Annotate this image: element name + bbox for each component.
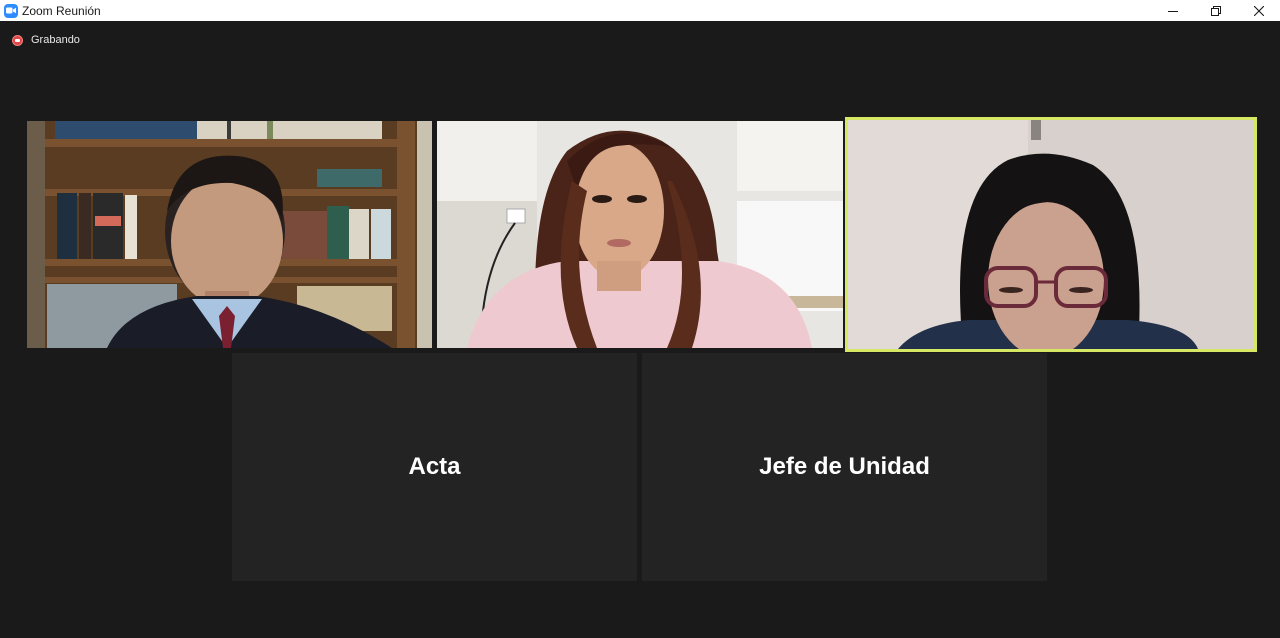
restore-icon <box>1210 5 1221 16</box>
participant-video-1[interactable] <box>27 121 432 348</box>
participant-video-3-active-speaker[interactable] <box>845 117 1257 352</box>
minimize-icon <box>1167 10 1178 12</box>
restore-button[interactable] <box>1194 0 1237 21</box>
participant-tile-acta[interactable]: Acta <box>232 353 637 581</box>
participant-name-label: Acta <box>408 453 461 480</box>
close-button[interactable] <box>1237 0 1280 21</box>
participant-1-video-feed <box>27 121 432 348</box>
participant-2-video-feed <box>437 121 843 348</box>
participant-tile-jefe-de-unidad[interactable]: Jefe de Unidad <box>642 353 1047 581</box>
recording-indicator[interactable]: Grabando <box>12 34 80 46</box>
window-title: Zoom Reunión <box>22 3 101 18</box>
meeting-stage: Grabando Acta Jefe de Unidad <box>0 21 1280 638</box>
zoom-camera-icon <box>4 3 18 18</box>
minimize-button[interactable] <box>1151 0 1194 21</box>
participant-3-video-feed <box>848 120 1254 349</box>
recording-label: Grabando <box>31 34 80 46</box>
window-titlebar: Zoom Reunión <box>0 0 1280 21</box>
participant-video-2[interactable] <box>437 121 843 348</box>
close-icon <box>1253 5 1264 16</box>
window-controls <box>1151 0 1280 21</box>
participant-name-label: Jefe de Unidad <box>759 453 930 480</box>
recording-icon <box>12 34 23 46</box>
